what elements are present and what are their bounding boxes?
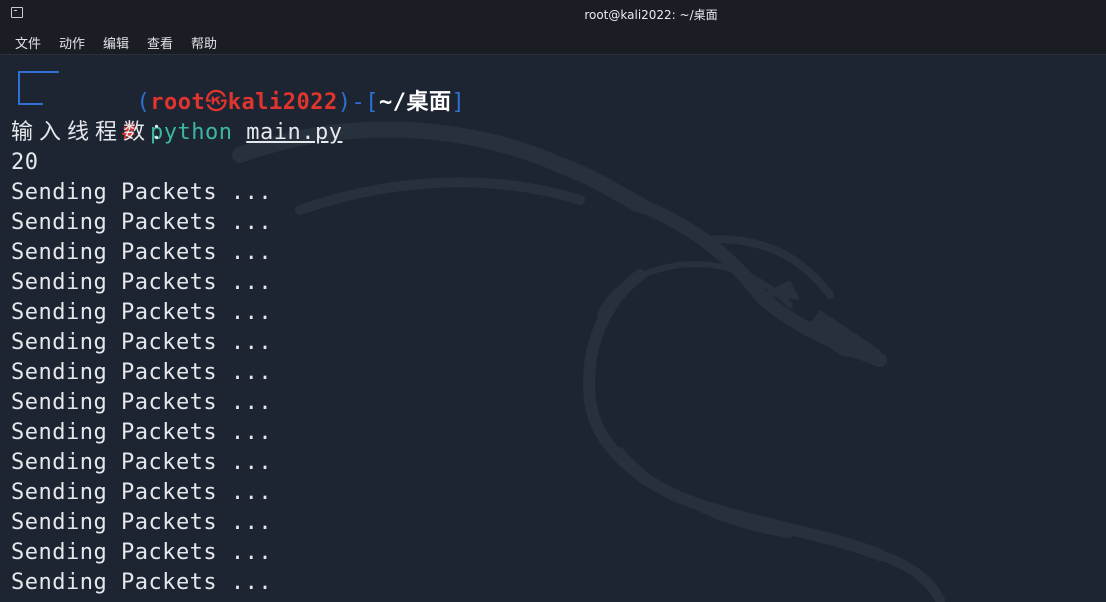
output-line: Sending Packets ... (11, 330, 273, 355)
output-line: Sending Packets ... (11, 450, 273, 475)
output-line: Sending Packets ... (11, 300, 273, 325)
output-line: Sending Packets ... (11, 210, 273, 235)
prompt-corner-top (18, 71, 59, 88)
terminal-content[interactable]: (root㉿kali2022)-[~/桌面] # python main.py … (0, 55, 1106, 602)
prompt-dash: - (351, 90, 366, 115)
terminal-window: root@kali2022: ~/桌面 文件 动作 编辑 查看 帮助 (root… (0, 0, 1106, 602)
output-line: Sending Packets ... (11, 390, 273, 415)
output-line: Sending Packets ... (11, 360, 273, 385)
prompt-line-2: # python main.py (11, 88, 342, 145)
menu-edit[interactable]: 编辑 (103, 33, 129, 52)
prompt-open-bracket: [ (365, 90, 379, 115)
output-line: Sending Packets ... (11, 570, 273, 595)
output-line: Sending Packets ... (11, 240, 273, 265)
menu-help[interactable]: 帮助 (191, 33, 217, 52)
output-line: Sending Packets ... (11, 510, 273, 535)
input-answer: 20 (11, 150, 39, 175)
input-question: 输入线程数： (11, 120, 180, 145)
menu-actions[interactable]: 动作 (59, 33, 85, 52)
prompt-line-1: (root㉿kali2022)-[~/桌面] (11, 58, 465, 115)
prompt-close-bracket: ] (451, 90, 466, 115)
menu-bar: 文件 动作 编辑 查看 帮助 (0, 28, 1106, 55)
title-bar[interactable]: root@kali2022: ~/桌面 (0, 0, 1106, 28)
output-line: Sending Packets ... (11, 270, 273, 295)
output-line: Sending Packets ... (11, 180, 273, 205)
output-line: Sending Packets ... (11, 480, 273, 505)
window-title: root@kali2022: ~/桌面 (584, 8, 718, 22)
output-line: Sending Packets ... (11, 420, 273, 445)
command-argument: main.py (246, 120, 343, 145)
menu-view[interactable]: 查看 (147, 33, 173, 52)
output-line: Sending Packets ... (11, 540, 273, 565)
menu-file[interactable]: 文件 (15, 33, 41, 52)
prompt-corner-bottom (18, 88, 43, 105)
prompt-path: ~/桌面 (378, 90, 452, 115)
